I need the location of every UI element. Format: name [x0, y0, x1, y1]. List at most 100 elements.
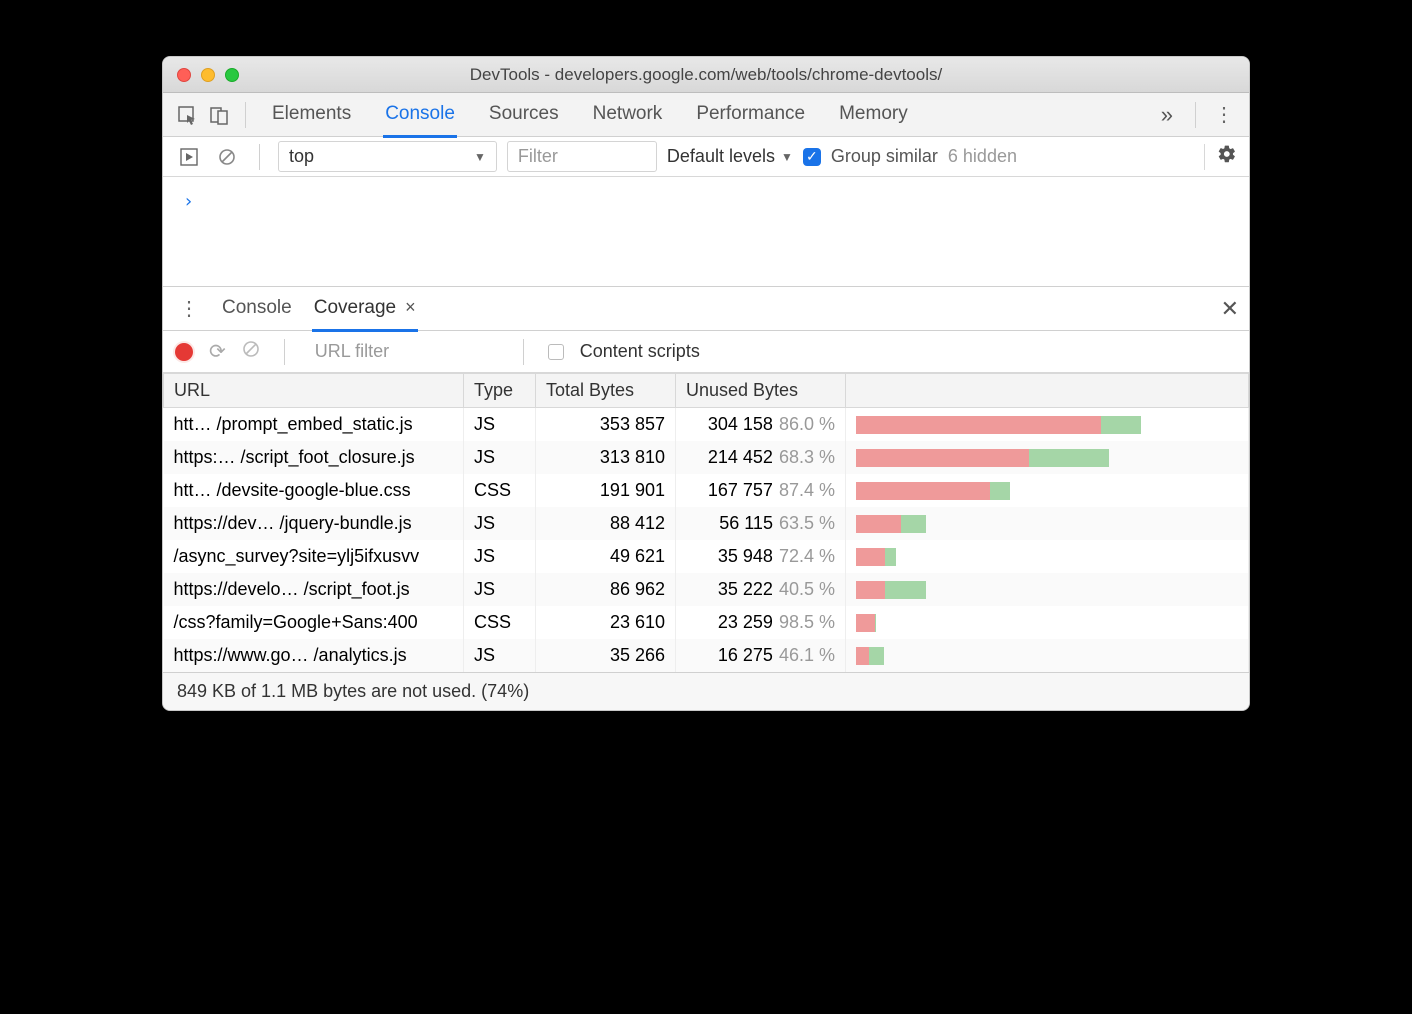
- cell-unused-bytes: 304 15886.0 %: [676, 408, 846, 442]
- cell-unused-bytes: 56 11563.5 %: [676, 507, 846, 540]
- cell-url: https://develo… /script_foot.js: [164, 573, 464, 606]
- separator: [284, 339, 285, 365]
- context-selector[interactable]: top ▼: [278, 141, 497, 172]
- tab-sources[interactable]: Sources: [487, 93, 561, 136]
- column-header[interactable]: [846, 374, 1249, 408]
- coverage-table: URLTypeTotal BytesUnused Bytes htt… /pro…: [163, 373, 1249, 672]
- cell-total-bytes: 313 810: [536, 441, 676, 474]
- clear-console-icon[interactable]: [213, 143, 241, 171]
- cell-type: JS: [464, 639, 536, 672]
- column-header[interactable]: Unused Bytes: [676, 374, 846, 408]
- cell-url: https://dev… /jquery-bundle.js: [164, 507, 464, 540]
- drawer-tab-coverage[interactable]: Coverage ×: [312, 287, 418, 332]
- cell-unused-bytes: 35 22240.5 %: [676, 573, 846, 606]
- cell-usage-bar: [846, 474, 1249, 507]
- group-similar-checkbox[interactable]: ✓: [803, 148, 821, 166]
- reload-icon[interactable]: ⟳: [209, 339, 226, 364]
- cell-url: /css?family=Google+Sans:400: [164, 606, 464, 639]
- cell-unused-bytes: 35 94872.4 %: [676, 540, 846, 573]
- cell-url: https:… /script_foot_closure.js: [164, 441, 464, 474]
- coverage-row[interactable]: https://develo… /script_foot.jsJS86 9623…: [164, 573, 1249, 606]
- cell-total-bytes: 86 962: [536, 573, 676, 606]
- device-toolbar-icon[interactable]: [205, 101, 233, 129]
- cell-usage-bar: [846, 606, 1249, 639]
- window-maximize-button[interactable]: [225, 68, 239, 82]
- window-close-button[interactable]: [177, 68, 191, 82]
- log-levels-label: Default levels: [667, 146, 775, 167]
- cell-type: JS: [464, 573, 536, 606]
- drawer-tab-console[interactable]: Console: [220, 287, 294, 330]
- tabs-overflow-icon[interactable]: »: [1151, 102, 1183, 128]
- tab-network[interactable]: Network: [591, 93, 665, 136]
- dropdown-triangle-icon: ▼: [781, 150, 793, 164]
- execution-frame-icon[interactable]: [175, 143, 203, 171]
- cell-type: JS: [464, 441, 536, 474]
- console-input-area[interactable]: ›: [163, 177, 1249, 287]
- drawer-menu-icon[interactable]: ⋮: [173, 296, 204, 321]
- cell-usage-bar: [846, 408, 1249, 442]
- window-title: DevTools - developers.google.com/web/too…: [163, 65, 1249, 85]
- close-tab-icon[interactable]: ×: [400, 297, 416, 317]
- column-header[interactable]: Total Bytes: [536, 374, 676, 408]
- cell-type: JS: [464, 540, 536, 573]
- cell-usage-bar: [846, 507, 1249, 540]
- coverage-row[interactable]: /async_survey?site=ylj5ifxusvvJS49 62135…: [164, 540, 1249, 573]
- console-prompt-icon: ›: [183, 191, 194, 212]
- tab-performance[interactable]: Performance: [694, 93, 807, 136]
- dropdown-triangle-icon: ▼: [474, 150, 486, 164]
- cell-type: CSS: [464, 606, 536, 639]
- console-toolbar: top ▼ Filter Default levels ▼ ✓ Group si…: [163, 137, 1249, 177]
- cell-unused-bytes: 16 27546.1 %: [676, 639, 846, 672]
- cell-total-bytes: 49 621: [536, 540, 676, 573]
- group-similar-label: Group similar: [831, 146, 938, 167]
- log-levels-selector[interactable]: Default levels ▼: [667, 146, 793, 167]
- coverage-row[interactable]: /css?family=Google+Sans:400CSS23 61023 2…: [164, 606, 1249, 639]
- cell-unused-bytes: 167 75787.4 %: [676, 474, 846, 507]
- column-header[interactable]: Type: [464, 374, 536, 408]
- cell-usage-bar: [846, 441, 1249, 474]
- cell-type: JS: [464, 507, 536, 540]
- coverage-row[interactable]: https:… /script_foot_closure.jsJS313 810…: [164, 441, 1249, 474]
- cell-usage-bar: [846, 540, 1249, 573]
- coverage-row[interactable]: https://dev… /jquery-bundle.jsJS88 41256…: [164, 507, 1249, 540]
- cell-total-bytes: 35 266: [536, 639, 676, 672]
- window-minimize-button[interactable]: [201, 68, 215, 82]
- coverage-row[interactable]: htt… /prompt_embed_static.jsJS353 857304…: [164, 408, 1249, 442]
- devtools-window: DevTools - developers.google.com/web/too…: [162, 56, 1250, 711]
- coverage-status-bar: 849 KB of 1.1 MB bytes are not used. (74…: [163, 672, 1249, 710]
- cell-total-bytes: 353 857: [536, 408, 676, 442]
- hidden-messages-count[interactable]: 6 hidden: [948, 146, 1017, 167]
- drawer-tabstrip: ⋮ Console Coverage × ✕: [163, 287, 1249, 331]
- cell-total-bytes: 88 412: [536, 507, 676, 540]
- tab-memory[interactable]: Memory: [837, 93, 910, 136]
- record-button[interactable]: [175, 343, 193, 361]
- column-header[interactable]: URL: [164, 374, 464, 408]
- cell-type: JS: [464, 408, 536, 442]
- cell-usage-bar: [846, 639, 1249, 672]
- separator: [1195, 102, 1196, 128]
- tab-console[interactable]: Console: [383, 93, 457, 138]
- cell-unused-bytes: 23 25998.5 %: [676, 606, 846, 639]
- cell-unused-bytes: 214 45268.3 %: [676, 441, 846, 474]
- cell-url: /async_survey?site=ylj5ifxusvv: [164, 540, 464, 573]
- tab-elements[interactable]: Elements: [270, 93, 353, 136]
- titlebar: DevTools - developers.google.com/web/too…: [163, 57, 1249, 93]
- separator: [259, 144, 260, 170]
- settings-menu-icon[interactable]: ⋮: [1208, 102, 1239, 127]
- context-selector-value: top: [289, 146, 314, 167]
- cell-url: https://www.go… /analytics.js: [164, 639, 464, 672]
- coverage-url-filter-input[interactable]: URL filter: [309, 337, 499, 366]
- coverage-row[interactable]: https://www.go… /analytics.jsJS35 26616 …: [164, 639, 1249, 672]
- console-settings-icon[interactable]: [1204, 144, 1237, 170]
- cell-url: htt… /devsite-google-blue.css: [164, 474, 464, 507]
- console-filter-input[interactable]: Filter: [507, 141, 657, 172]
- inspect-element-icon[interactable]: [173, 101, 201, 129]
- content-scripts-label: Content scripts: [580, 341, 700, 362]
- cell-usage-bar: [846, 573, 1249, 606]
- drawer-close-icon[interactable]: ✕: [1221, 296, 1239, 322]
- clear-icon[interactable]: [242, 340, 260, 364]
- main-tabstrip: Elements Console Sources Network Performance…: [163, 93, 1249, 137]
- coverage-row[interactable]: htt… /devsite-google-blue.cssCSS191 9011…: [164, 474, 1249, 507]
- content-scripts-checkbox[interactable]: [548, 344, 564, 360]
- cell-total-bytes: 23 610: [536, 606, 676, 639]
